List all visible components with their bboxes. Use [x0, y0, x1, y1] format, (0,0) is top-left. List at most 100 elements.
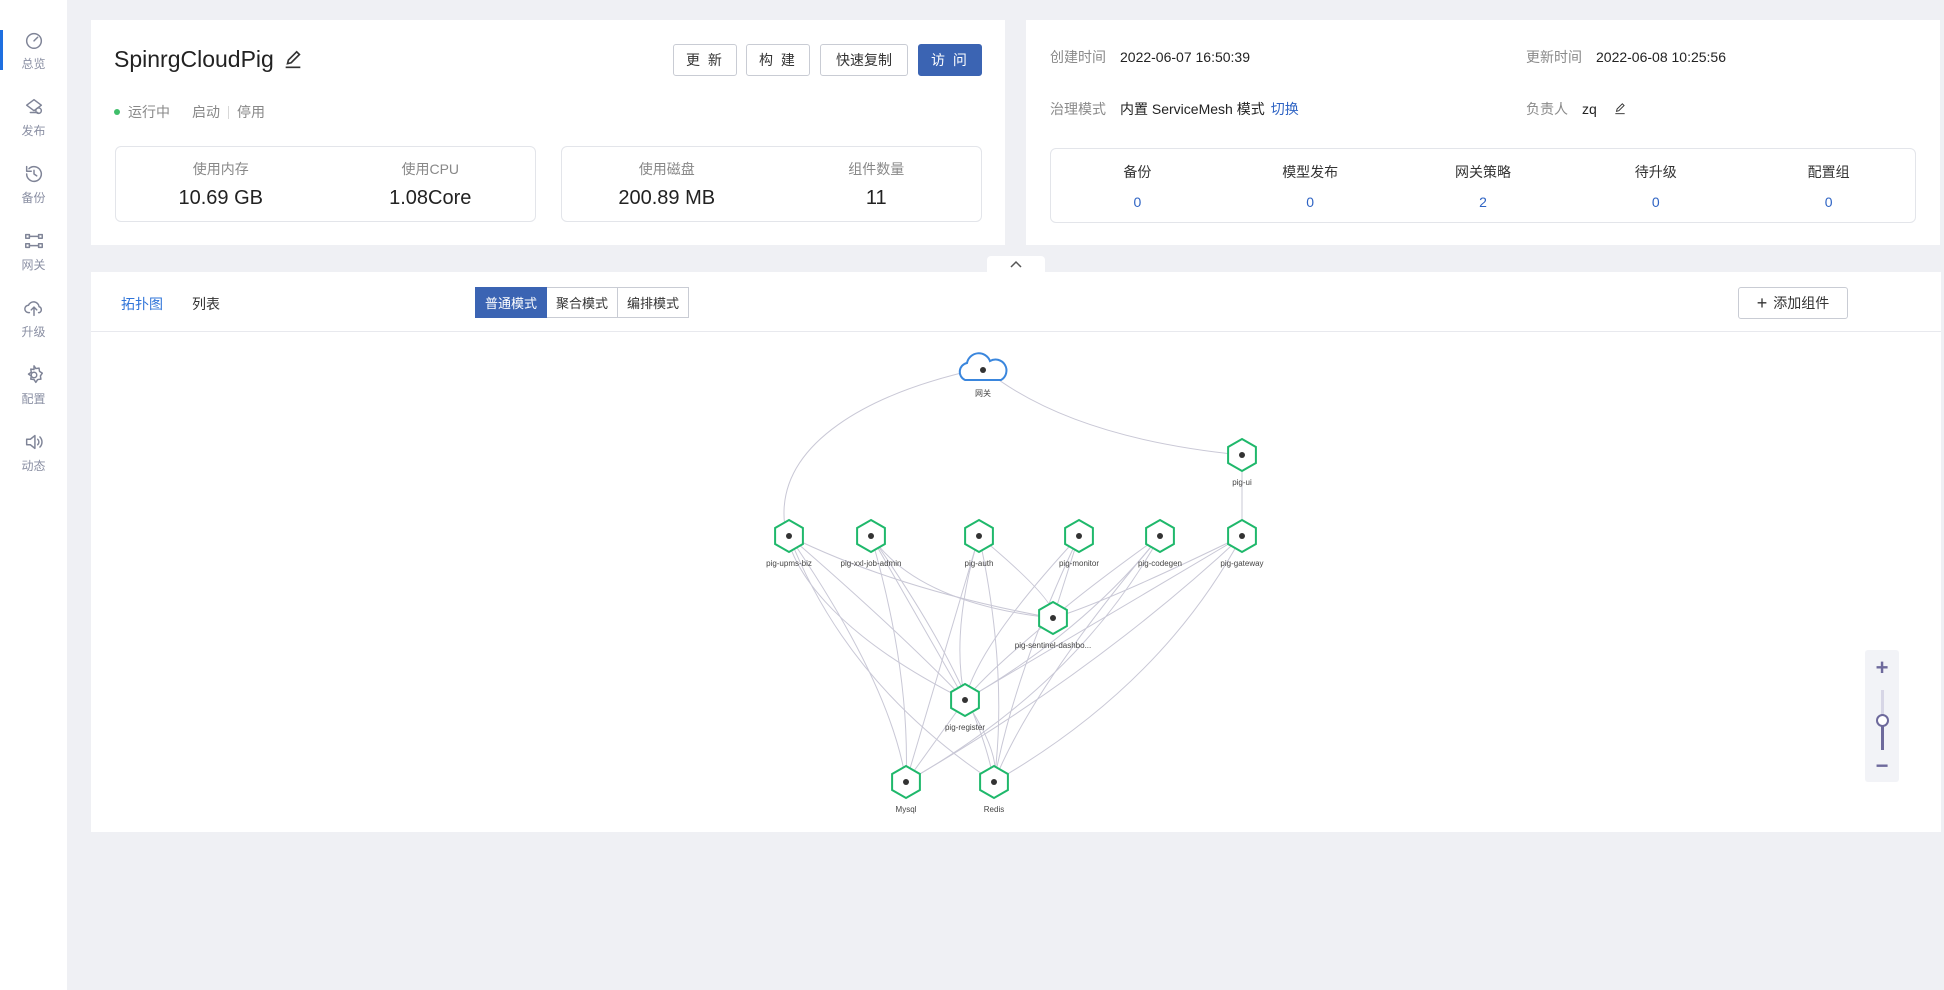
edit-icon[interactable]: [282, 49, 304, 71]
owner-value: zq: [1582, 101, 1597, 117]
topology-node-mysql[interactable]: Mysql: [891, 764, 921, 814]
topology-node-codegen[interactable]: pig-codegen: [1138, 518, 1182, 568]
node-label: 网关: [975, 388, 991, 398]
edit-icon[interactable]: [1613, 102, 1627, 116]
created-time-label: 创建时间: [1050, 49, 1106, 65]
backup-stat: 备份 0: [1051, 149, 1224, 222]
node-dot: [1050, 615, 1056, 621]
node-dot: [991, 779, 997, 785]
topology-edge: [788, 535, 907, 783]
settings-icon: [27, 364, 43, 383]
topology-node-register[interactable]: pig-register: [945, 682, 985, 732]
updated-time-label: 更新时间: [1526, 49, 1582, 65]
app-overview-card: SpinrgCloudPig 更 新 构 建 快速复制 访 问 运行中 启动 停…: [91, 20, 1005, 245]
sidebar-item-activity[interactable]: 动态: [0, 422, 67, 482]
sidebar-item-label: 升级: [21, 324, 46, 339]
sidebar-item-config[interactable]: 配置: [0, 355, 67, 415]
status-text: 运行中: [128, 104, 170, 120]
publish-icon: [25, 98, 42, 114]
config-group-stat: 配置组 0: [1742, 149, 1915, 222]
chevron-up-icon: [1010, 260, 1022, 268]
node-dot: [1157, 533, 1163, 539]
metric-label: 组件数量: [848, 160, 905, 177]
stat-value[interactable]: 0: [1134, 194, 1142, 210]
stat-value[interactable]: 0: [1306, 194, 1314, 210]
stat-value[interactable]: 0: [1825, 194, 1833, 210]
metric-value: 11: [865, 186, 887, 209]
disk-metric: 使用磁盘 200.89 MB: [562, 147, 772, 221]
node-label: pig-monitor: [1059, 559, 1099, 568]
update-button[interactable]: 更 新: [673, 44, 737, 76]
sidebar-item-upgrade[interactable]: 升级: [0, 288, 67, 348]
topology-graph[interactable]: 网关 pig-ui pig-upms-biz pig-xxl-job-admin pig…: [91, 272, 1941, 832]
topology-node-redis[interactable]: Redis: [979, 764, 1009, 814]
quick-copy-button[interactable]: 快速复制: [820, 44, 908, 76]
topology-node-auth[interactable]: pig-auth: [964, 518, 994, 568]
visit-button[interactable]: 访 问: [918, 44, 982, 76]
stat-label: 模型发布: [1282, 163, 1339, 180]
node-label: pig-codegen: [1138, 559, 1182, 568]
topology-edge: [905, 535, 1243, 783]
zoom-slider-handle[interactable]: [1876, 714, 1889, 727]
sidebar-item-label: 总览: [21, 56, 46, 71]
resource-metrics-box: 使用内存 10.69 GB 使用CPU 1.08Core: [115, 146, 536, 222]
stats-box: 备份 0 模型发布 0 网关策略 2 待升级 0 配置组 0: [1050, 148, 1916, 223]
node-dot: [1076, 533, 1082, 539]
topology-node-xxl[interactable]: pig-xxl-job-admin: [841, 518, 902, 568]
governance-row: 治理模式 内置 ServiceMesh 模式 切换: [1050, 99, 1299, 119]
start-link[interactable]: 启动: [192, 102, 220, 122]
topology-edge: [788, 535, 995, 783]
node-label: pig-auth: [965, 559, 994, 568]
node-dot: [1239, 533, 1245, 539]
node-label: pig-gateway: [1220, 559, 1263, 568]
metric-label: 使用磁盘: [638, 160, 695, 177]
topology-node-ui[interactable]: pig-ui: [1227, 437, 1257, 487]
zoom-in-button[interactable]: +: [1865, 654, 1899, 682]
node-label: pig-xxl-job-admin: [841, 559, 902, 568]
cloud-icon: [958, 352, 1008, 381]
dashboard-icon: [25, 32, 42, 49]
zoom-control: + −: [1865, 650, 1899, 782]
app-details-card: 创建时间 2022-06-07 16:50:39 更新时间 2022-06-08…: [1026, 20, 1940, 245]
topology-node-monitor[interactable]: pig-monitor: [1059, 518, 1099, 568]
sidebar-item-overview[interactable]: 总览: [0, 20, 67, 80]
node-dot: [1239, 452, 1245, 458]
stat-value[interactable]: 2: [1479, 194, 1487, 210]
topology-node-gateway[interactable]: 网关: [958, 352, 1008, 398]
metric-value: 200.89 MB: [618, 186, 716, 209]
stat-value[interactable]: 0: [1652, 194, 1660, 210]
collapse-toggle[interactable]: [987, 256, 1045, 272]
sidebar-item-label: 配置: [21, 391, 46, 406]
app-title: SpinrgCloudPig: [114, 46, 304, 73]
node-dot: [976, 533, 982, 539]
sidebar-item-publish[interactable]: 发布: [0, 87, 67, 147]
metric-value: 1.08Core: [389, 186, 472, 209]
node-dot: [903, 779, 909, 785]
build-button[interactable]: 构 建: [746, 44, 810, 76]
created-time-row: 创建时间 2022-06-07 16:50:39: [1050, 47, 1250, 67]
sidebar-item-label: 备份: [21, 190, 46, 205]
stat-label: 网关策略: [1454, 163, 1511, 180]
governance-value: 内置 ServiceMesh 模式: [1120, 101, 1265, 117]
zoom-out-button[interactable]: −: [1865, 752, 1899, 780]
model-publish-stat: 模型发布 0: [1224, 149, 1397, 222]
node-label: pig-register: [945, 723, 985, 732]
sidebar-item-gateway[interactable]: 网关: [0, 221, 67, 281]
topology-node-pgateway[interactable]: pig-gateway: [1220, 518, 1264, 568]
gateway-policy-stat: 网关策略 2: [1397, 149, 1570, 222]
gateway-icon: [24, 233, 43, 248]
stop-link[interactable]: 停用: [237, 102, 265, 122]
node-label: Redis: [984, 805, 1004, 814]
governance-switch-link[interactable]: 切换: [1271, 99, 1299, 119]
node-label: Mysql: [896, 805, 917, 814]
sidebar-item-backup[interactable]: 备份: [0, 154, 67, 214]
governance-label: 治理模式: [1050, 101, 1106, 117]
updated-time-value: 2022-06-08 10:25:56: [1596, 49, 1726, 65]
node-label: pig-sentinel-dashbo...: [1015, 641, 1092, 650]
storage-metrics-box: 使用磁盘 200.89 MB 组件数量 11: [561, 146, 982, 222]
cpu-metric: 使用CPU 1.08Core: [326, 147, 536, 221]
stat-label: 备份: [1123, 163, 1152, 180]
sidebar: 总览 发布 备份 网关 升级 配置 动态: [0, 0, 67, 990]
metric-label: 使用内存: [192, 160, 249, 177]
topology-edge: [993, 535, 1080, 783]
